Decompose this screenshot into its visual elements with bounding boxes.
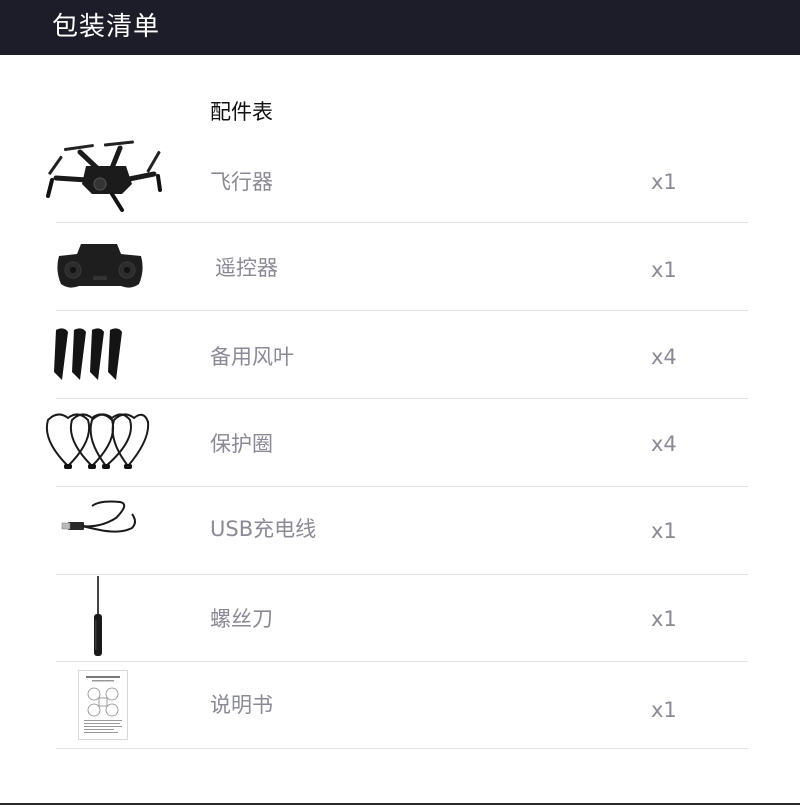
propeller-guard-icon bbox=[46, 413, 150, 469]
row-divider bbox=[56, 222, 748, 223]
row-divider bbox=[56, 486, 748, 487]
item-name: 保护圈 bbox=[210, 432, 273, 456]
item-quantity: x1 bbox=[651, 519, 677, 543]
row-divider bbox=[56, 748, 748, 749]
item-name: 说明书 bbox=[210, 693, 273, 717]
item-quantity: x1 bbox=[651, 698, 677, 722]
drone-icon bbox=[46, 140, 162, 212]
item-name: USB充电线 bbox=[210, 517, 317, 541]
item-quantity: x4 bbox=[651, 345, 677, 369]
item-quantity: x4 bbox=[651, 432, 677, 456]
item-name: 遥控器 bbox=[215, 256, 278, 280]
section-title: 配件表 bbox=[210, 100, 273, 124]
usb-cable-icon bbox=[61, 500, 136, 533]
header-bar: 包装清单 bbox=[0, 0, 800, 55]
item-quantity: x1 bbox=[651, 170, 677, 194]
page-title: 包装清单 bbox=[52, 12, 161, 42]
manual-icon bbox=[78, 670, 128, 740]
item-name: 螺丝刀 bbox=[210, 607, 273, 631]
propeller-icon bbox=[54, 328, 122, 380]
item-name: 飞行器 bbox=[210, 170, 273, 194]
row-divider bbox=[56, 574, 748, 575]
item-quantity: x1 bbox=[651, 607, 677, 631]
bottom-border bbox=[0, 803, 800, 805]
screwdriver-icon bbox=[94, 576, 102, 656]
row-divider bbox=[56, 661, 748, 662]
row-divider bbox=[56, 398, 748, 399]
item-quantity: x1 bbox=[651, 258, 677, 282]
row-divider bbox=[56, 310, 748, 311]
item-name: 备用风叶 bbox=[210, 345, 294, 369]
remote-controller-icon bbox=[57, 244, 143, 288]
